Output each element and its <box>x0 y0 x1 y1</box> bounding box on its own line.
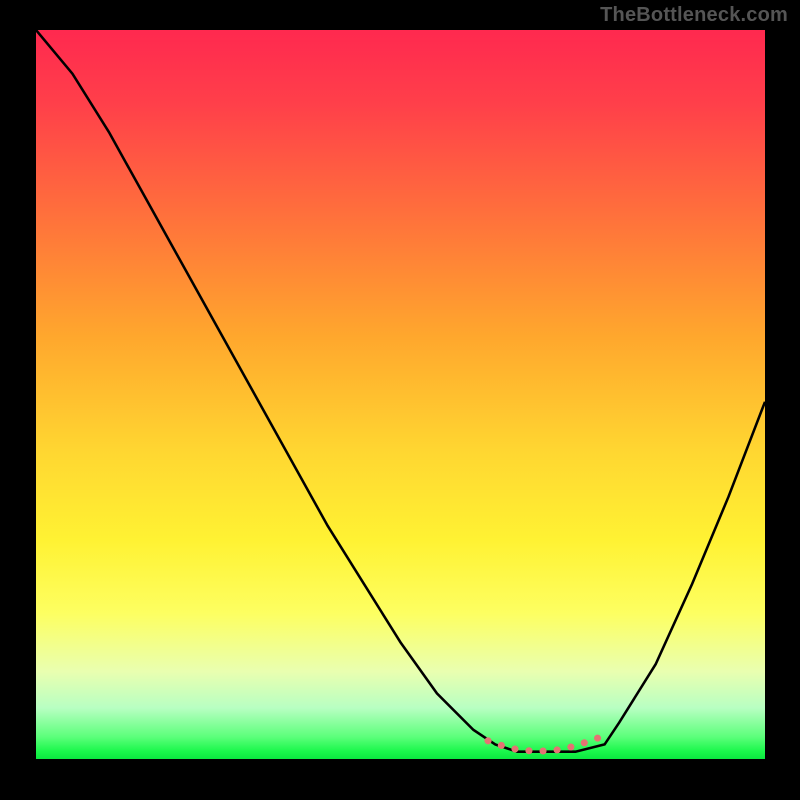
chart-plot-area <box>36 30 765 759</box>
chart-overlay <box>36 30 765 759</box>
watermark-text: TheBottleneck.com <box>600 4 788 27</box>
chart-curve-line <box>36 30 765 752</box>
